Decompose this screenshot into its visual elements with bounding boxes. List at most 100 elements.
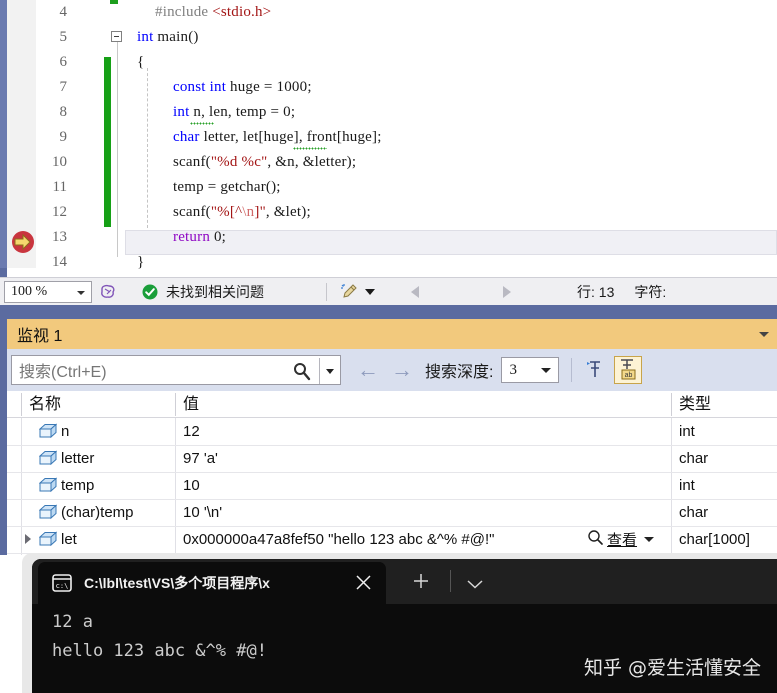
search-depth-label: 搜索深度: [425,364,494,381]
code-line[interactable]: 8 int n, len, temp = 0; [7,100,777,125]
pin-icon[interactable] [584,359,606,381]
line-number: 6 [59,54,68,70]
view-value-button[interactable]: 查看 [587,529,655,551]
nav-forward-icon[interactable] [503,285,511,298]
broom-dropdown-icon[interactable] [365,288,375,295]
cell-variable-value[interactable]: 12 [183,418,200,445]
watch-grid-header: 名称 值 类型 [7,391,777,418]
code-line[interactable]: 5 int main() [7,25,777,50]
magnifier-icon [587,529,604,551]
table-row[interactable]: let 0x000000a47a8fef50 "hello 123 abc &^%… [7,526,777,553]
code-text: int n, len, temp = 0; [173,104,296,120]
problem-status-text: 未找到相关问题 [166,283,264,300]
code-text: } [137,254,145,270]
plus-icon[interactable] [412,572,430,590]
cell-variable-name[interactable]: let [61,526,77,553]
variable-icon [38,450,58,466]
cell-variable-name[interactable]: letter [61,445,94,472]
caret-char-indicator: 字符: [634,283,667,300]
console-output[interactable]: 12 a hello 123 abc &^% #@! 知乎 @爱生活懂安全 [32,604,777,693]
code-line[interactable]: 13 return 0; [7,225,777,250]
search-depth-value: 3 [509,361,517,378]
line-number: 4 [59,4,68,20]
code-line[interactable]: 12 scanf("%[^\n]", &let); [7,200,777,225]
console-tab-title: C:\lbl\test\VS\多个项目程序\x [84,575,270,591]
tabstrip-divider [450,570,451,592]
cell-variable-name[interactable]: temp [61,472,94,499]
expand-triangle-icon[interactable] [25,534,31,544]
search-placeholder: 搜索(Ctrl+E) [19,364,107,381]
table-row[interactable]: n 12 int [7,418,777,445]
code-line[interactable]: 4 #include <stdio.h> [7,0,777,25]
code-line[interactable]: 6{ [7,50,777,75]
table-row[interactable]: temp 10 int [7,472,777,499]
chevron-down-icon[interactable] [467,576,483,589]
console-tabstrip: c:\ C:\lbl\test\VS\多个项目程序\x [32,559,777,604]
cell-variable-type: char [679,450,709,467]
code-text: return 0; [173,229,227,245]
table-row[interactable]: (char)temp 10 '\n' char [7,499,777,526]
code-editor[interactable]: 4 #include <stdio.h> 5 int main() 6{7 const i… [7,0,777,270]
check-circle-icon [142,284,158,300]
chevron-down-icon[interactable] [759,332,769,337]
svg-text:c:\: c:\ [56,582,69,590]
search-prev-button[interactable]: ← [357,359,379,381]
cell-variable-value[interactable]: 10 [183,472,200,499]
screen-root: 4 #include <stdio.h> 5 int main() 6{7 const i… [0,0,777,693]
search-next-button[interactable]: → [391,359,413,381]
code-text: { [137,54,145,70]
column-separator [21,393,22,416]
line-number: 7 [59,79,68,95]
code-text: char letter, let[huge], front[huge]; [173,129,382,145]
console-window[interactable]: c:\ C:\lbl\test\VS\多个项目程序\x 12 a hello 1… [32,559,777,693]
search-input[interactable]: 搜索(Ctrl+E) [11,355,341,385]
variable-icon [38,531,58,547]
table-row[interactable]: letter 97 'a' char [7,445,777,472]
code-line[interactable]: 7 const int huge = 1000; [7,75,777,100]
column-separator [175,393,176,416]
nav-back-icon[interactable] [411,285,419,298]
console-output-line: 12 a [52,612,93,632]
code-line[interactable]: 10 scanf("%d %c", &n, &letter); [7,150,777,175]
view-value-label: 查看 [607,532,638,549]
status-separator [326,282,327,301]
cell-variable-name[interactable]: n [61,418,69,445]
variable-icon [38,423,58,439]
cell-variable-type: char [679,504,709,521]
watch-grid[interactable]: 名称 值 类型 n 12 int letter 97 'a' char temp 10 int (… [7,391,777,555]
cell-variable-value[interactable]: 10 '\n' [183,499,222,526]
close-icon[interactable] [355,574,372,591]
column-header-type[interactable]: 类型 [679,391,711,418]
svg-text:ab: ab [625,372,633,379]
code-line[interactable]: 9 char letter, let[huge], front[huge]; [7,125,777,150]
watch-window-title: 监视 1 [17,328,63,345]
toolbar-separator [571,358,573,382]
cell-variable-type: int [679,423,695,440]
search-icon[interactable] [292,361,312,386]
chevron-down-icon[interactable] [644,537,655,542]
cell-variable-type: char[1000] [679,531,750,548]
search-divider [319,358,320,384]
code-line[interactable]: 11 temp = getchar(); [7,175,777,200]
column-header-name[interactable]: 名称 [29,391,61,418]
watch-window-titlebar[interactable]: 监视 1 [7,319,777,349]
cell-variable-value[interactable]: 0x000000a47a8fef50 "hello 123 abc &^% #@… [183,526,494,553]
line-number: 12 [52,204,67,220]
console-tab[interactable]: c:\ C:\lbl\test\VS\多个项目程序\x [38,562,386,604]
cell-variable-value[interactable]: 97 'a' [183,445,218,472]
window-left-edge-top [0,0,7,268]
code-text: scanf("%[^\n]", &let); [173,204,311,220]
column-header-value[interactable]: 值 [183,391,199,418]
brain-icon[interactable] [98,282,118,302]
search-options-chevron-icon[interactable] [326,369,334,374]
line-number: 10 [52,154,67,170]
code-text: int main() [137,29,199,45]
hex-display-icon[interactable]: ab [614,356,643,384]
cell-variable-name[interactable]: (char)temp [61,499,134,526]
code-line[interactable]: 14} [7,250,777,275]
zoom-level-combobox[interactable]: 100 % [4,280,92,303]
search-depth-combobox[interactable]: 3 [501,357,560,383]
broom-icon[interactable] [339,283,359,301]
variable-icon [38,504,58,520]
variable-icon [38,477,58,493]
